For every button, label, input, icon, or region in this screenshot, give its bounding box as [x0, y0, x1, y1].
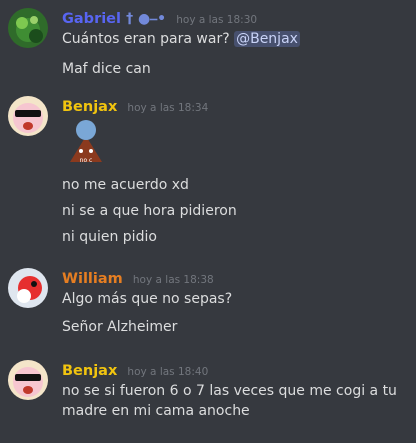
avatar[interactable] — [8, 8, 48, 48]
message-header: Gabriel † ●⎯• hoy a las 18:30 — [62, 8, 257, 27]
message-text: madre en mi cama anoche — [62, 403, 250, 419]
avatar[interactable] — [8, 96, 48, 136]
user-mention[interactable]: @Benjax — [234, 31, 300, 47]
emote-caption: no c — [80, 157, 93, 164]
timestamp: hoy a las 18:34 — [127, 102, 209, 114]
avatar[interactable] — [8, 360, 48, 400]
message-text: Señor Alzheimer — [62, 319, 178, 335]
message-text: ni quien pidio — [62, 229, 157, 245]
author-name[interactable]: William — [62, 271, 123, 287]
message-header: William hoy a las 18:38 — [62, 268, 214, 287]
message-text: Cuántos eran para war? @Benjax — [62, 31, 300, 47]
message-text: Maf dice can — [62, 61, 151, 77]
emote-image: no c — [70, 120, 102, 164]
timestamp: hoy a las 18:40 — [127, 366, 209, 378]
message-text: no me acuerdo xd — [62, 177, 189, 193]
message-text: ni se a que hora pidieron — [62, 203, 237, 219]
author-name[interactable]: Benjax — [62, 99, 117, 115]
author-badge: † ●⎯• — [126, 11, 167, 27]
timestamp: hoy a las 18:30 — [176, 14, 258, 26]
author-name[interactable]: Benjax — [62, 363, 117, 379]
message-text: no se si fueron 6 o 7 las veces que me c… — [62, 383, 397, 399]
message-header: Benjax hoy a las 18:34 — [62, 96, 208, 115]
timestamp: hoy a las 18:38 — [132, 274, 214, 286]
message-header: Benjax hoy a las 18:40 — [62, 360, 208, 379]
avatar[interactable] — [8, 268, 48, 308]
message-text: Algo más que no sepas? — [62, 291, 233, 307]
author-name[interactable]: Gabriel — [62, 11, 121, 27]
